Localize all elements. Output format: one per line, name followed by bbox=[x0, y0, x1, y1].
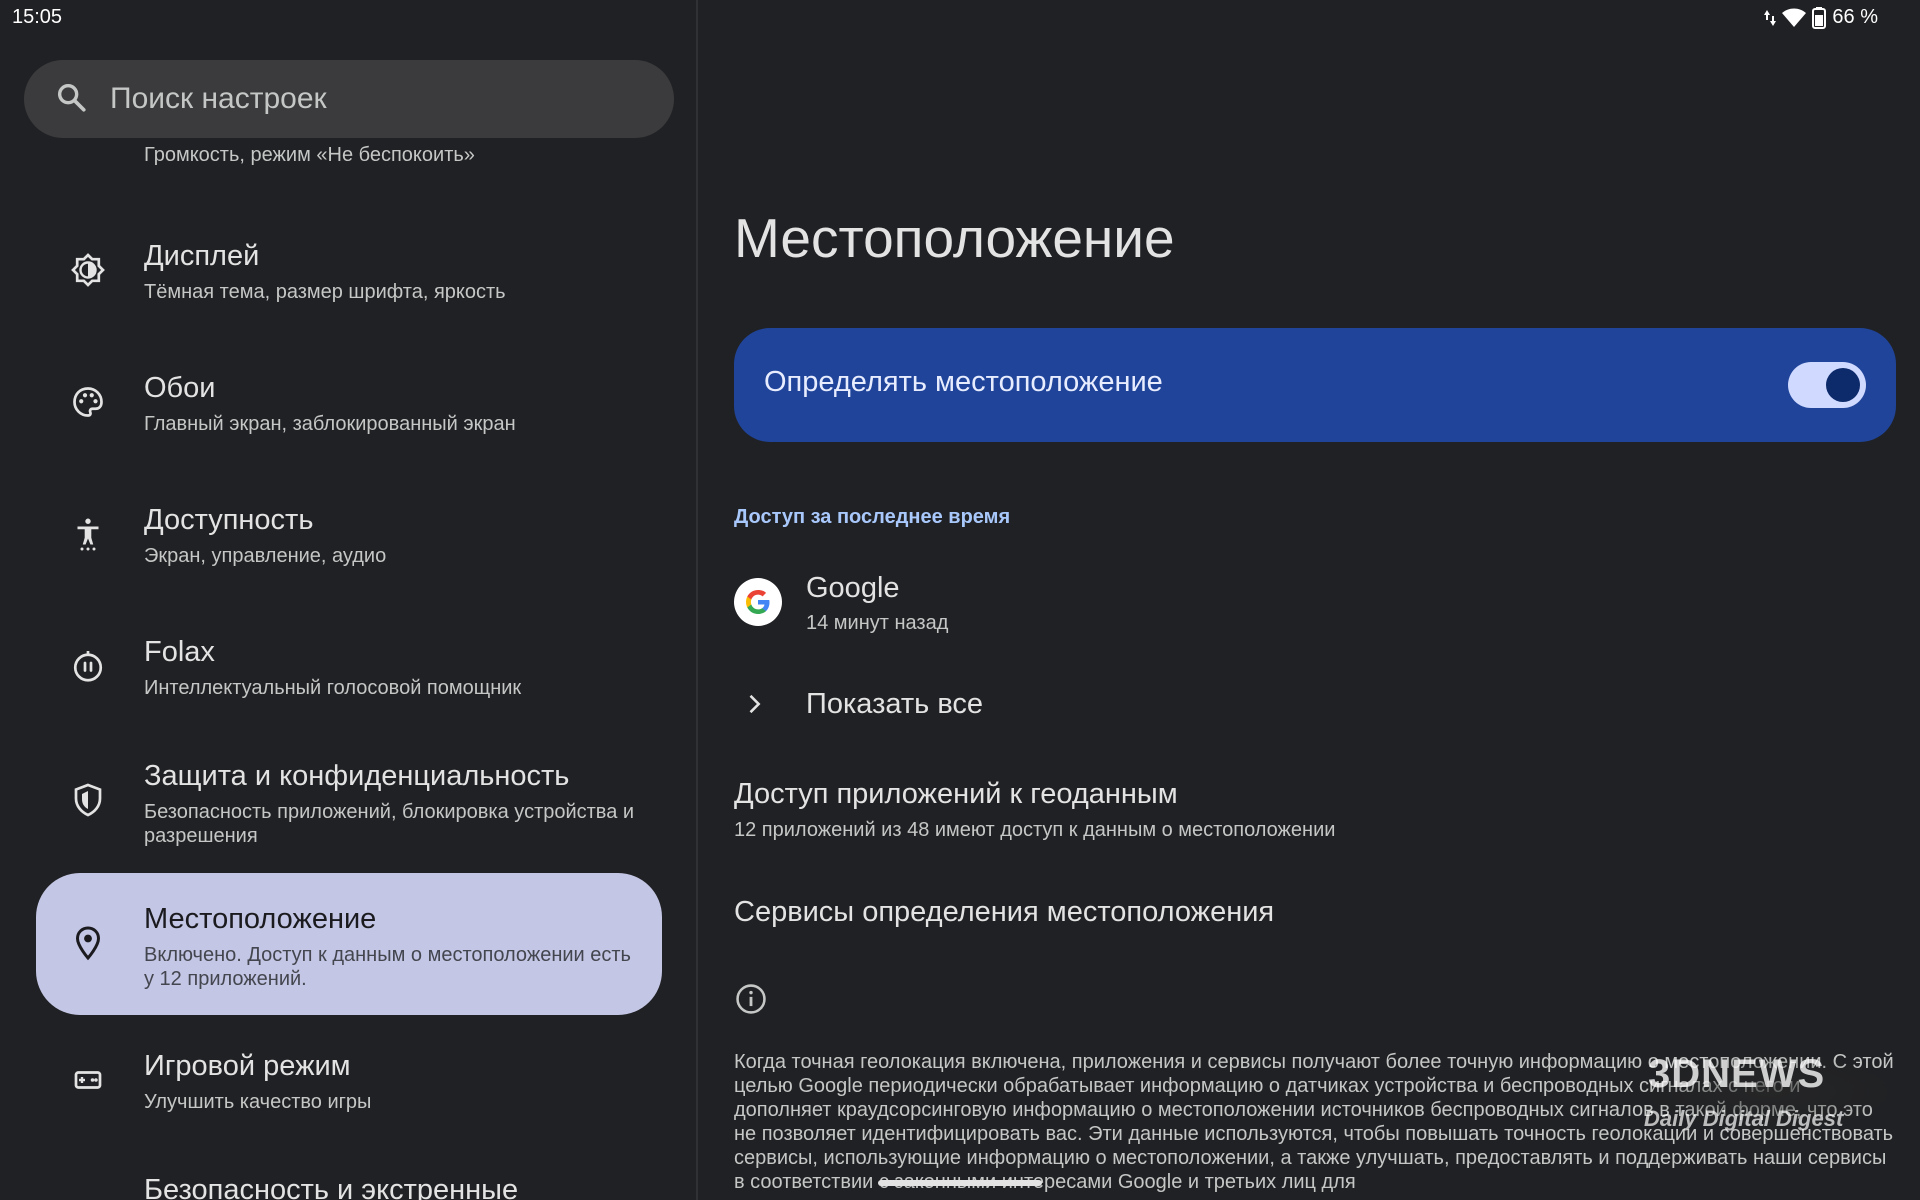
info-icon bbox=[734, 982, 768, 1016]
sidebar-item-folax[interactable]: Folax Интеллектуальный голосовой помощни… bbox=[36, 622, 662, 722]
gamepad-icon bbox=[70, 1062, 106, 1098]
location-detail-pane: Местоположение Определять местоположение… bbox=[698, 0, 1920, 1200]
show-all-button[interactable]: Показать все bbox=[734, 686, 1334, 726]
sidebar-item-title: Безопасность и экстренные bbox=[144, 1174, 519, 1200]
sidebar-item-subtitle: Улучшить качество игры bbox=[144, 1091, 372, 1113]
sidebar-item-location[interactable]: Местоположение Включено. Доступ к данным… bbox=[36, 873, 662, 1015]
sidebar-item-title: Игровой режим bbox=[144, 1050, 351, 1082]
sidebar-item-subtitle: Включено. Доступ к данным о местоположен… bbox=[144, 944, 631, 990]
recent-app-name: Google bbox=[806, 572, 900, 604]
sidebar-item-subtitle: Безопасность приложений, блокировка устр… bbox=[144, 801, 635, 847]
sidebar-item-wallpaper[interactable]: Обои Главный экран, заблокированный экра… bbox=[36, 358, 662, 458]
gesture-nav-handle[interactable] bbox=[878, 1180, 1042, 1186]
search-input[interactable]: Поиск настроек bbox=[110, 82, 327, 116]
palette-icon bbox=[70, 384, 106, 420]
use-location-label: Определять местоположение bbox=[764, 366, 1163, 398]
settings-list-pane[interactable]: Поиск настроек Громкость, режим «Не бесп… bbox=[0, 0, 696, 1200]
show-all-label: Показать все bbox=[806, 688, 984, 720]
sound-item-subtitle-partial: Громкость, режим «Не беспокоить» bbox=[144, 144, 475, 166]
page-title: Местоположение bbox=[734, 207, 1175, 269]
brightness-icon bbox=[70, 252, 106, 288]
sidebar-item-display[interactable]: Дисплей Тёмная тема, размер шрифта, ярко… bbox=[36, 226, 662, 326]
sidebar-item-accessibility[interactable]: Доступность Экран, управление, аудио bbox=[36, 490, 662, 590]
sidebar-item-security-privacy[interactable]: Защита и конфиденциальность Безопасность… bbox=[36, 746, 662, 856]
sidebar-item-game-mode[interactable]: Игровой режим Улучшить качество игры bbox=[36, 1036, 662, 1136]
sidebar-item-title: Дисплей bbox=[144, 240, 260, 272]
app-location-access-item[interactable]: Доступ приложений к геоданным 12 приложе… bbox=[734, 778, 1884, 842]
sidebar-item-title: Защита и конфиденциальность bbox=[144, 760, 570, 792]
switch-thumb bbox=[1826, 368, 1860, 402]
recent-app-row[interactable]: Google 14 минут назад bbox=[734, 570, 1834, 650]
search-icon[interactable] bbox=[24, 80, 88, 119]
sidebar-item-title: Доступность bbox=[144, 504, 314, 536]
settings-screen: 15:05 66 % Поиск настроек Громкость, реж… bbox=[0, 0, 1920, 1200]
location-services-title: Сервисы определения местоположения bbox=[734, 896, 1275, 928]
app-access-subtitle: 12 приложений из 48 имеют доступ к данны… bbox=[734, 819, 1336, 841]
sidebar-item-title: Местоположение bbox=[144, 903, 377, 935]
app-access-title: Доступ приложений к геоданным bbox=[734, 778, 1178, 810]
location-services-item[interactable]: Сервисы определения местоположения bbox=[734, 896, 1884, 929]
accessibility-icon bbox=[70, 516, 106, 552]
use-location-toggle-row[interactable]: Определять местоположение bbox=[734, 328, 1896, 442]
sidebar-item-subtitle: Главный экран, заблокированный экран bbox=[144, 413, 516, 435]
sidebar-item-subtitle: Интеллектуальный голосовой помощник bbox=[144, 677, 522, 699]
use-location-switch[interactable] bbox=[1788, 362, 1866, 408]
sidebar-item-subtitle: Тёмная тема, размер шрифта, яркость bbox=[144, 281, 506, 303]
google-logo-icon bbox=[734, 578, 782, 626]
search-bar[interactable]: Поиск настроек bbox=[24, 60, 674, 138]
sidebar-item-title: Folax bbox=[144, 636, 215, 668]
sidebar-item-title: Обои bbox=[144, 372, 216, 404]
chevron-right-icon bbox=[740, 690, 768, 718]
sidebar-item-safety-emergency[interactable]: Безопасность и экстренные bbox=[36, 1160, 662, 1200]
recent-access-header: Доступ за последнее время bbox=[734, 506, 1011, 528]
accuracy-info-text: Когда точная геолокация включена, прилож… bbox=[734, 1051, 1894, 1193]
location-pin-icon bbox=[70, 925, 106, 961]
assistant-icon bbox=[70, 648, 106, 684]
recent-app-time: 14 минут назад bbox=[806, 612, 949, 634]
shield-icon bbox=[70, 782, 106, 818]
sidebar-item-subtitle: Экран, управление, аудио bbox=[144, 545, 387, 567]
